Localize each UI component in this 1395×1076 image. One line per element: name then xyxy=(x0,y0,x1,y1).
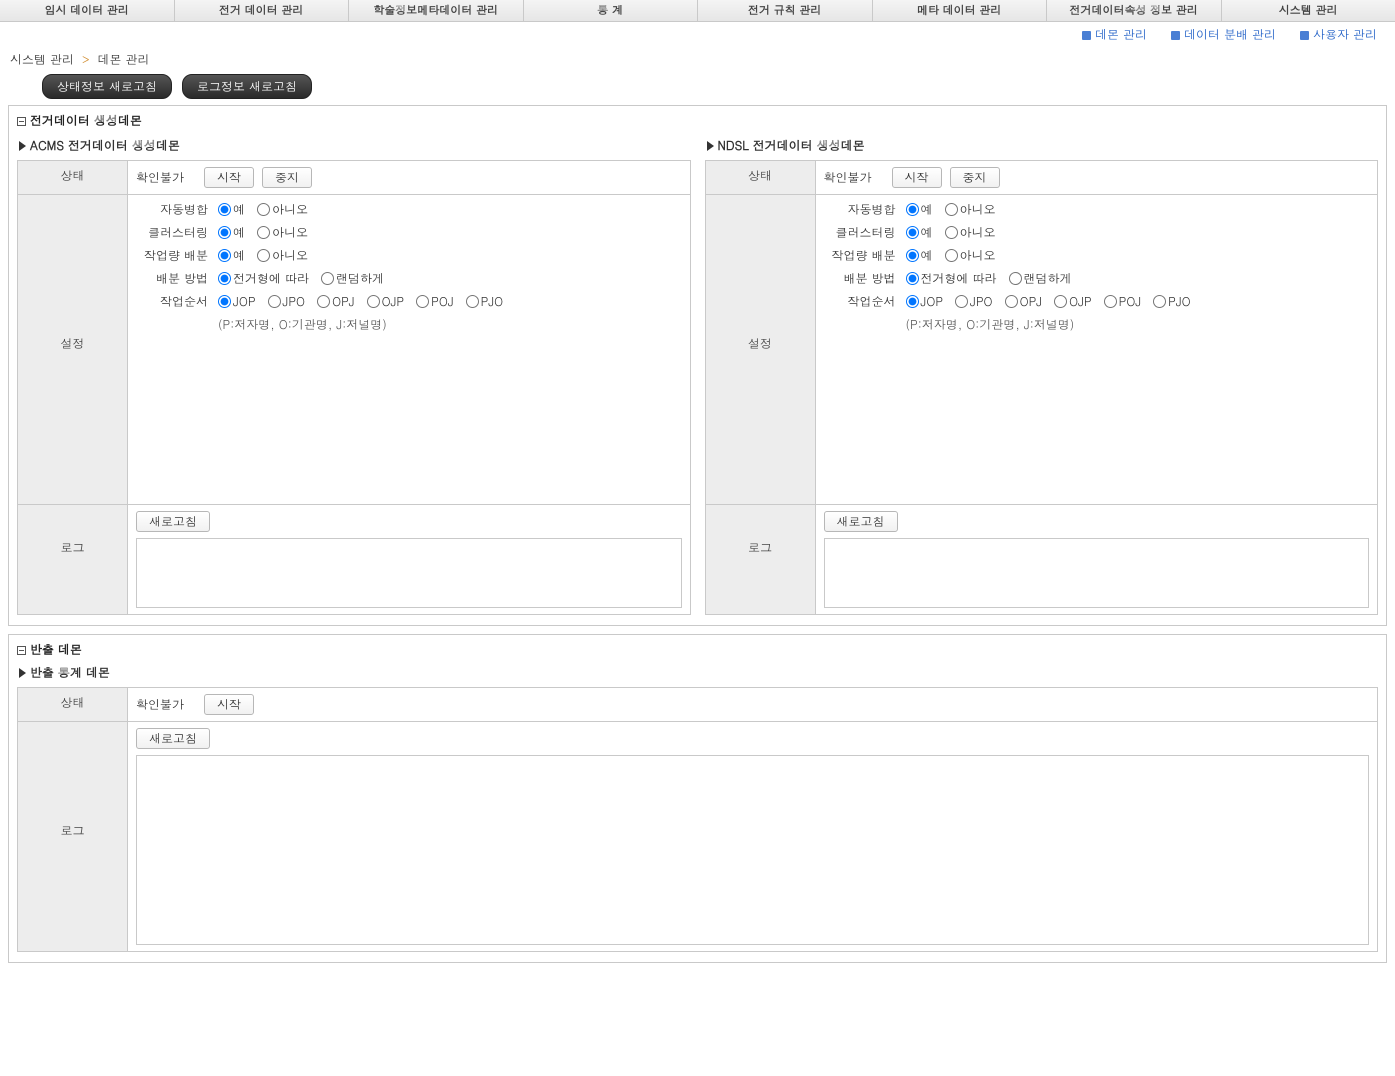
ndsl-stop-button[interactable]: 중지 xyxy=(950,167,1000,188)
ndsl-start-button[interactable]: 시작 xyxy=(892,167,942,188)
card-title-ndsl: NDSL 전거데이터 생성데몬 xyxy=(707,137,1379,154)
label-log: 로그 xyxy=(18,722,128,952)
ndsl-order-1[interactable]: JPO xyxy=(955,293,993,310)
sub-links: 데몬 관리 데이터 분배 관리 사용자 관리 xyxy=(0,22,1395,45)
label-status: 상태 xyxy=(18,161,128,195)
export-log-refresh-button[interactable]: 새로고침 xyxy=(136,728,210,749)
ndsl-clustering-no[interactable]: 아니오 xyxy=(945,224,996,241)
ndsl-order-4[interactable]: POJ xyxy=(1104,293,1142,310)
nav-item-3[interactable]: 통 계 xyxy=(524,0,699,21)
ndsl-workdist-yes[interactable]: 예 xyxy=(906,247,933,264)
nav-item-2[interactable]: 학술정보메타데이터 관리 xyxy=(349,0,524,21)
bullet-icon xyxy=(1300,31,1309,40)
acms-order-1[interactable]: JPO xyxy=(268,293,306,310)
order-hint: (P:저자명, O:기관명, J:저널명) xyxy=(906,316,1370,333)
panel-title-2: 반출 데몬 xyxy=(17,641,1378,658)
sublink-daemon[interactable]: 데몬 관리 xyxy=(1082,26,1147,43)
acms-order-5[interactable]: PJO xyxy=(466,293,504,310)
nav-item-1[interactable]: 전거 데이터 관리 xyxy=(175,0,350,21)
top-nav: 임시 데이터 관리 전거 데이터 관리 학술정보메타데이터 관리 통 계 전거 … xyxy=(0,0,1395,22)
card-acms: ACMS 전거데이터 생성데몬 상태 확인불가 시작 중지 설정 자동병합 예 xyxy=(17,135,691,615)
nav-item-5[interactable]: 메타 데이터 관리 xyxy=(873,0,1048,21)
ndsl-order-0[interactable]: JOP xyxy=(906,293,944,310)
label-settings: 설정 xyxy=(18,195,128,505)
nav-item-6[interactable]: 전거데이터속성 정보 관리 xyxy=(1047,0,1222,21)
acms-order-2[interactable]: OPJ xyxy=(317,293,355,310)
sublink-user-label: 사용자 관리 xyxy=(1313,26,1377,43)
nav-item-7[interactable]: 시스템 관리 xyxy=(1222,0,1395,21)
triangle-icon xyxy=(19,668,26,678)
label-status: 상태 xyxy=(18,688,128,722)
acms-order-0[interactable]: JOP xyxy=(218,293,256,310)
acms-settings: 자동병합 예 아니오 클러스터링 예 아니오 작업량 배분 예 아니오 배분 방… xyxy=(128,195,691,505)
ndsl-order-5[interactable]: PJO xyxy=(1153,293,1191,310)
export-start-button[interactable]: 시작 xyxy=(204,694,254,715)
export-status-value: 확인불가 xyxy=(136,696,192,713)
card-title-export: 반출 통계 데몬 xyxy=(19,664,1378,681)
label-log: 로그 xyxy=(18,505,128,615)
ndsl-automerge-yes[interactable]: 예 xyxy=(906,201,933,218)
label-log: 로그 xyxy=(705,505,815,615)
export-log-box xyxy=(136,755,1369,945)
refresh-log-button[interactable]: 로그정보 새로고침 xyxy=(182,74,312,99)
triangle-icon xyxy=(707,141,714,151)
ndsl-distmethod-random[interactable]: 랜덤하게 xyxy=(1009,270,1072,287)
sublink-user[interactable]: 사용자 관리 xyxy=(1300,26,1377,43)
refresh-status-button[interactable]: 상태정보 새로고침 xyxy=(42,74,172,99)
ndsl-workdist-no[interactable]: 아니오 xyxy=(945,247,996,264)
label-settings: 설정 xyxy=(705,195,815,505)
acms-start-button[interactable]: 시작 xyxy=(204,167,254,188)
ndsl-order-2[interactable]: OPJ xyxy=(1005,293,1043,310)
ndsl-log-refresh-button[interactable]: 새로고침 xyxy=(824,511,898,532)
nav-item-4[interactable]: 전거 규칙 관리 xyxy=(698,0,873,21)
card-export: 반출 통계 데몬 상태 확인불가 시작 로그 새로고침 xyxy=(17,664,1378,952)
crumb-a: 시스템 관리 xyxy=(10,51,74,68)
acms-order-3[interactable]: OJP xyxy=(367,293,405,310)
acms-distmethod-random[interactable]: 랜덤하게 xyxy=(321,270,384,287)
ndsl-settings: 자동병합 예 아니오 클러스터링 예 아니오 작업량 배분 예 아니오 배분 방… xyxy=(815,195,1378,505)
box-icon xyxy=(17,646,26,655)
crumb-b: 데몬 관리 xyxy=(98,51,150,68)
acms-automerge-no[interactable]: 아니오 xyxy=(257,201,308,218)
card-ndsl: NDSL 전거데이터 생성데몬 상태 확인불가 시작 중지 설정 자동병합 예 xyxy=(705,135,1379,615)
nav-item-0[interactable]: 임시 데이터 관리 xyxy=(0,0,175,21)
sublink-daemon-label: 데몬 관리 xyxy=(1095,26,1147,43)
acms-order-4[interactable]: POJ xyxy=(416,293,454,310)
triangle-icon xyxy=(19,141,26,151)
acms-distmethod-type[interactable]: 전거형에 따라 xyxy=(218,270,309,287)
panel-export-daemon: 반출 데몬 반출 통계 데몬 상태 확인불가 시작 로그 새로고침 xyxy=(8,634,1387,963)
label-status: 상태 xyxy=(705,161,815,195)
acms-workdist-yes[interactable]: 예 xyxy=(218,247,245,264)
bullet-icon xyxy=(1171,31,1180,40)
card-title-acms: ACMS 전거데이터 생성데몬 xyxy=(19,137,691,154)
acms-stop-button[interactable]: 중지 xyxy=(262,167,312,188)
ndsl-log-box xyxy=(824,538,1370,608)
acms-log-refresh-button[interactable]: 새로고침 xyxy=(136,511,210,532)
ndsl-order-3[interactable]: OJP xyxy=(1054,293,1092,310)
ndsl-distmethod-type[interactable]: 전거형에 따라 xyxy=(906,270,997,287)
ndsl-status-value: 확인불가 xyxy=(824,169,880,186)
acms-clustering-no[interactable]: 아니오 xyxy=(257,224,308,241)
box-icon xyxy=(17,117,26,126)
acms-log-box xyxy=(136,538,682,608)
breadcrumb: 시스템 관리 > 데몬 관리 xyxy=(0,45,1395,74)
refresh-pills: 상태정보 새로고침 로그정보 새로고침 xyxy=(0,74,1395,105)
acms-status-value: 확인불가 xyxy=(136,169,192,186)
order-hint: (P:저자명, O:기관명, J:저널명) xyxy=(218,316,682,333)
panel-auth-daemon: 전거데이터 생성데몬 ACMS 전거데이터 생성데몬 상태 확인불가 시작 중지… xyxy=(8,105,1387,626)
sublink-dist-label: 데이터 분배 관리 xyxy=(1184,26,1276,43)
bullet-icon xyxy=(1082,31,1091,40)
acms-clustering-yes[interactable]: 예 xyxy=(218,224,245,241)
ndsl-automerge-no[interactable]: 아니오 xyxy=(945,201,996,218)
sublink-dist[interactable]: 데이터 분배 관리 xyxy=(1171,26,1276,43)
ndsl-clustering-yes[interactable]: 예 xyxy=(906,224,933,241)
acms-automerge-yes[interactable]: 예 xyxy=(218,201,245,218)
panel-title-1: 전거데이터 생성데몬 xyxy=(17,112,1378,129)
crumb-sep: > xyxy=(82,51,90,68)
acms-workdist-no[interactable]: 아니오 xyxy=(257,247,308,264)
